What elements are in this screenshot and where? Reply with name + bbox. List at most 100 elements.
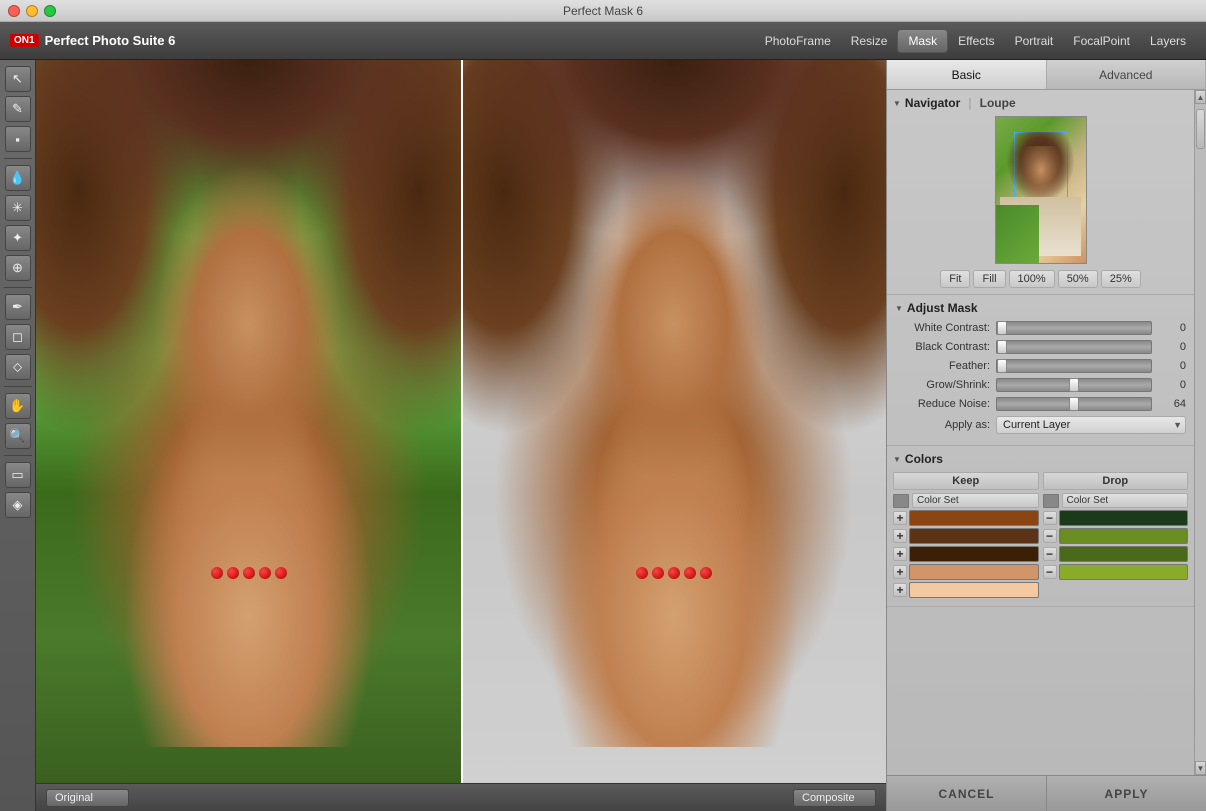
scroll-thumb[interactable] [1196,109,1205,149]
tool-fill[interactable]: ⬦ [5,354,31,380]
panel-scrollbar[interactable]: ▲ ▼ [1194,90,1206,775]
menu-resize[interactable]: Resize [841,30,898,52]
white-contrast-value: 0 [1158,322,1186,334]
black-contrast-thumb[interactable] [997,340,1007,354]
tool-brush[interactable]: ✎ [5,96,31,122]
adjust-mask-section: ▼ Adjust Mask White Contrast: 0 Black Co… [887,295,1194,446]
reduce-noise-thumb[interactable] [1069,397,1079,411]
close-button[interactable] [8,5,20,17]
drop-bar-row-0: − [1043,510,1189,526]
keep-bar-4 [909,582,1039,598]
tool-select[interactable]: ↖ [5,66,31,92]
app-logo: ON1 Perfect Photo Suite 6 [10,33,175,48]
window-controls [8,5,56,17]
drop-color-set-row: Color Set [1043,493,1189,508]
tool-magic[interactable]: ✦ [5,225,31,251]
canvas-divider[interactable] [461,60,463,783]
toolbar-separator-3 [4,386,32,387]
maximize-button[interactable] [44,5,56,17]
apply-button[interactable]: APPLY [1047,776,1206,811]
tool-zoomplus[interactable]: ⊕ [5,255,31,281]
white-contrast-slider[interactable] [996,321,1152,335]
bead [652,567,664,579]
drop-bar-3 [1059,564,1189,580]
tool-rect[interactable]: ▭ [5,462,31,488]
apply-as-row: Apply as: Current Layer New Layer Mask ▼ [895,416,1186,434]
feather-thumb[interactable] [997,359,1007,373]
window-title: Perfect Mask 6 [563,4,643,18]
tab-basic[interactable]: Basic [887,60,1047,89]
menu-focalpoint[interactable]: FocalPoint [1063,30,1140,52]
drop-bar-2 [1059,546,1189,562]
menu-portrait[interactable]: Portrait [1005,30,1064,52]
toolbar-separator [4,158,32,159]
menu-effects[interactable]: Effects [948,30,1004,52]
drop-bar-1 [1059,528,1189,544]
grow-shrink-label: Grow/Shrink: [895,379,990,391]
canvas-bottom-bar: Original Composite Mask Composite Origin… [36,783,886,811]
toolbar-separator-4 [4,455,32,456]
drop-remove-0[interactable]: − [1043,511,1057,525]
tool-pan[interactable]: ✋ [5,393,31,419]
drop-remove-1[interactable]: − [1043,529,1057,543]
white-contrast-thumb[interactable] [997,321,1007,335]
black-contrast-slider[interactable] [996,340,1152,354]
zoom-50[interactable]: 50% [1058,270,1098,288]
menu-mask[interactable]: Mask [897,29,948,53]
adjust-mask-arrow[interactable]: ▼ [895,304,903,313]
zoom-25[interactable]: 25% [1101,270,1141,288]
logo-badge: ON1 [10,34,39,47]
keep-add-4[interactable]: + [893,583,907,597]
scroll-down-arrow[interactable]: ▼ [1195,761,1206,775]
bead [227,567,239,579]
drop-color-set-label[interactable]: Color Set [1062,493,1189,508]
colors-title: Colors [905,452,943,466]
zoom-fill[interactable]: Fill [973,270,1005,288]
tool-paint[interactable]: ▪ [5,126,31,152]
face-overlay [100,96,398,747]
bead [636,567,648,579]
tool-eraser[interactable]: ◻ [5,324,31,350]
apply-as-select-wrap: Current Layer New Layer Mask ▼ [996,416,1186,434]
menu-photoframe[interactable]: PhotoFrame [755,30,841,52]
keep-bar-3 [909,564,1039,580]
keep-add-2[interactable]: + [893,547,907,561]
keep-add-1[interactable]: + [893,529,907,543]
grow-shrink-slider[interactable] [996,378,1152,392]
keep-add-3[interactable]: + [893,565,907,579]
right-view-select[interactable]: Composite Original Mask [793,789,876,807]
zoom-100[interactable]: 100% [1009,270,1055,288]
tool-pen[interactable]: ✒ [5,294,31,320]
tool-spray[interactable]: ✳ [5,195,31,221]
loupe-link[interactable]: Loupe [980,96,1016,110]
zoom-fit[interactable]: Fit [940,270,970,288]
split-view [36,60,886,783]
photo-left [36,60,461,783]
keep-bar-2 [909,546,1039,562]
bead [211,567,223,579]
left-view-select[interactable]: Original Composite Mask [46,789,129,807]
tool-zoom[interactable]: 🔍 [5,423,31,449]
navigator-arrow[interactable]: ▼ [893,99,901,108]
grow-shrink-thumb[interactable] [1069,378,1079,392]
grow-shrink-value: 0 [1158,379,1186,391]
colors-arrow[interactable]: ▼ [893,455,901,464]
keep-add-0[interactable]: + [893,511,907,525]
feather-slider[interactable] [996,359,1152,373]
minimize-button[interactable] [26,5,38,17]
apply-as-select[interactable]: Current Layer New Layer Mask [996,416,1186,434]
app-name: Perfect Photo Suite 6 [45,33,176,48]
right-panel: Basic Advanced ▼ Navigator | Loupe [886,60,1206,811]
scroll-up-arrow[interactable]: ▲ [1195,90,1206,104]
menu-layers[interactable]: Layers [1140,30,1196,52]
drop-remove-3[interactable]: − [1043,565,1057,579]
tab-advanced[interactable]: Advanced [1047,60,1206,89]
drop-remove-2[interactable]: − [1043,547,1057,561]
reduce-noise-slider[interactable] [996,397,1152,411]
colors-section: ▼ Colors Keep Color Set [887,446,1194,607]
necklace-right [567,544,780,602]
cancel-button[interactable]: CANCEL [887,776,1047,811]
keep-color-set-label[interactable]: Color Set [912,493,1039,508]
tool-color[interactable]: ◈ [5,492,31,518]
tool-eyedrop[interactable]: 💧 [5,165,31,191]
